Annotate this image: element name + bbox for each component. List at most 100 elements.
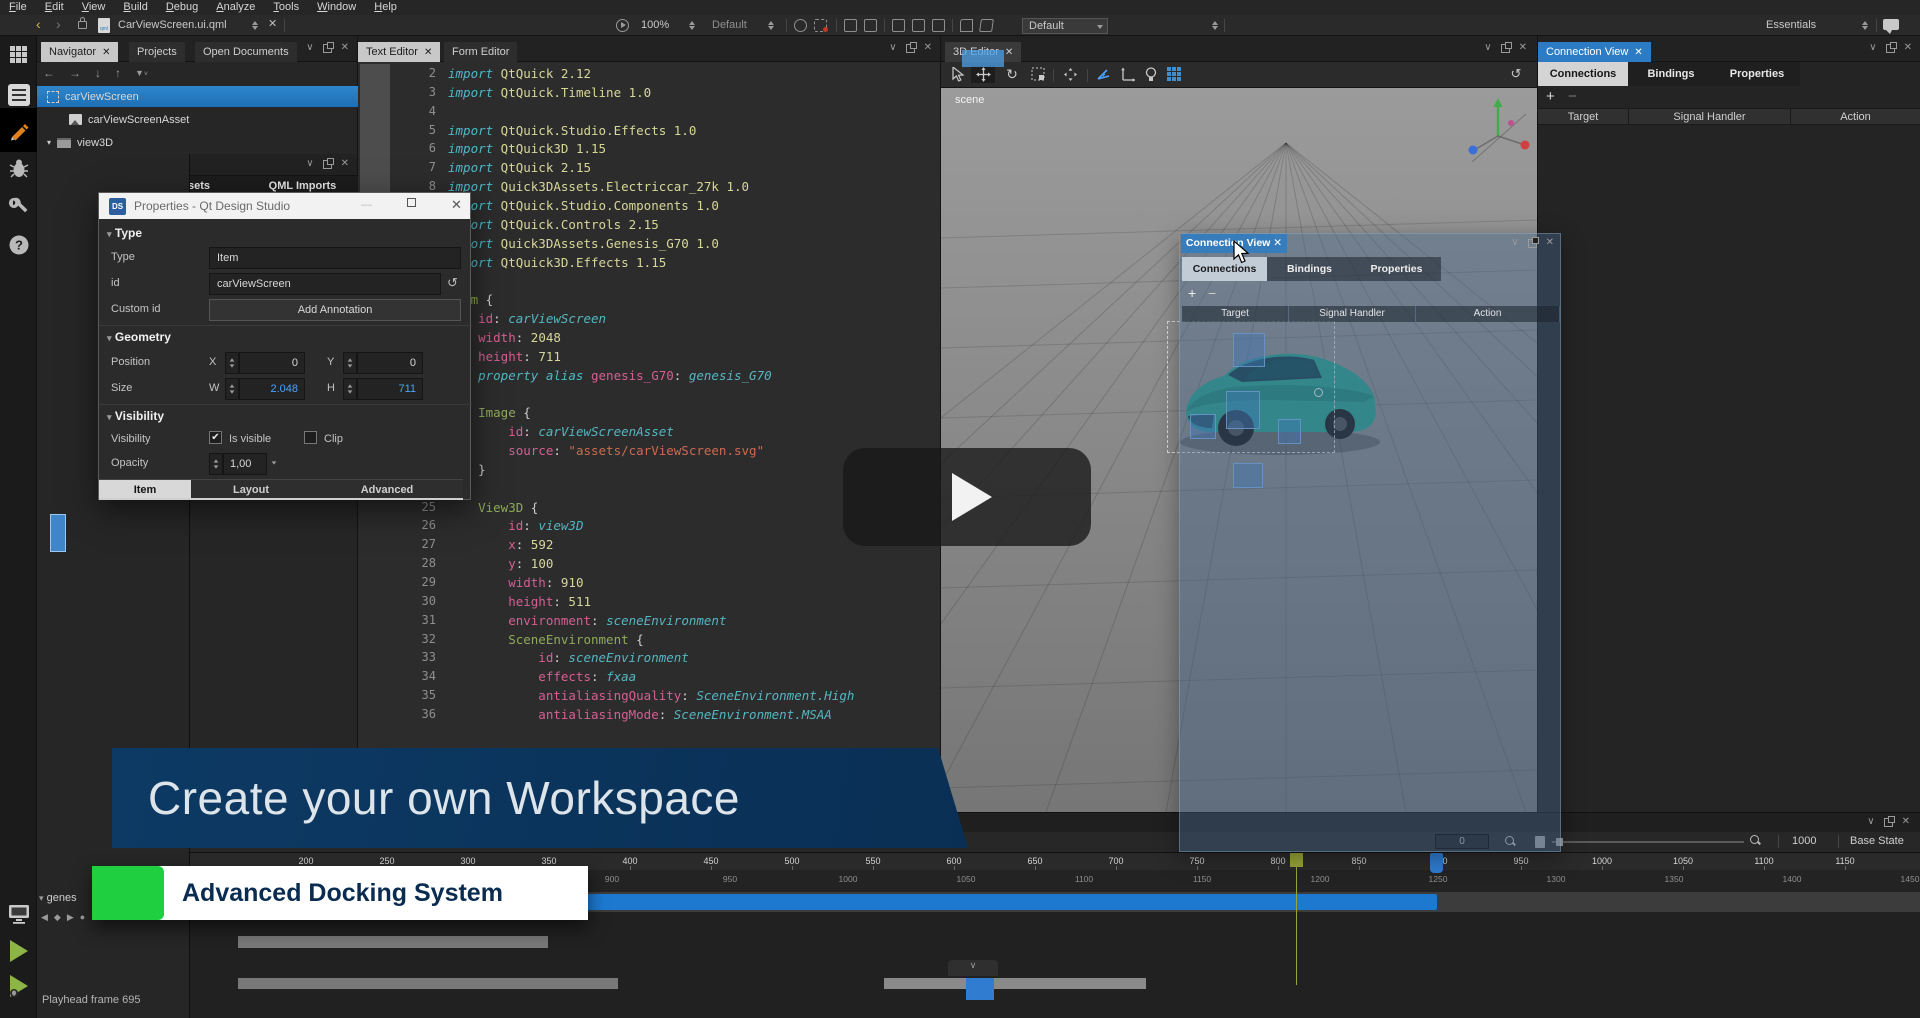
back-button[interactable]: ‹: [36, 16, 41, 32]
menu-view[interactable]: View: [73, 0, 115, 15]
fit-view-icon[interactable]: [1061, 65, 1079, 83]
orientation-icon[interactable]: [1094, 65, 1112, 83]
tab-properties[interactable]: Properties: [1714, 62, 1800, 86]
light-icon[interactable]: [1142, 65, 1160, 83]
menu-help[interactable]: Help: [365, 0, 406, 15]
design-mode-pencil-icon[interactable]: [0, 108, 37, 152]
id-input[interactable]: carViewScreen: [209, 273, 441, 295]
tab-connections[interactable]: Connections: [1538, 62, 1628, 86]
library-panel-controls[interactable]: ∨✕: [306, 159, 349, 169]
keyframe-track-bar[interactable]: [238, 936, 548, 948]
apps-grid-icon[interactable]: [0, 46, 37, 63]
rotate-view-icon[interactable]: [960, 19, 973, 32]
tab-navigator[interactable]: Navigator✕: [41, 42, 118, 62]
timeline-tracks-area[interactable]: ∨: [190, 912, 1920, 1018]
tree-item-view3d[interactable]: ▾view3D: [37, 132, 358, 153]
floating-column-action[interactable]: Action: [1416, 306, 1560, 322]
rotate-tool-icon[interactable]: ↻: [1003, 65, 1021, 83]
snap-icon[interactable]: [864, 19, 877, 32]
tools-wrench-icon[interactable]: [0, 196, 37, 218]
style-preset-select[interactable]: Default: [1022, 18, 1108, 34]
base-state-label[interactable]: Base State: [1850, 835, 1904, 847]
expander-icon[interactable]: ▾: [47, 138, 51, 147]
menu-build[interactable]: Build: [114, 0, 156, 15]
debug-bug-icon[interactable]: [0, 158, 37, 180]
tab-projects[interactable]: Projects: [129, 42, 185, 62]
show-grid-3d-icon[interactable]: [1165, 65, 1183, 83]
playhead-marker-green[interactable]: [1290, 853, 1303, 867]
timeline-transport-controls[interactable]: ◀◆▶●: [41, 912, 91, 923]
connection-panel-controls[interactable]: ∨✕: [1869, 43, 1912, 53]
reset-id-icon[interactable]: ↺: [447, 275, 458, 291]
tab-form-editor[interactable]: Form Editor: [444, 42, 517, 62]
help-icon[interactable]: ?: [0, 234, 37, 256]
y-input[interactable]: 0: [357, 352, 423, 374]
horizontal-scrollbar[interactable]: [884, 978, 1146, 989]
dialog-tab-advanced[interactable]: Advanced: [311, 479, 463, 500]
playhead-marker-blue[interactable]: [1430, 853, 1443, 873]
close-icon[interactable]: ✕: [424, 47, 432, 58]
floating-tab-bindings[interactable]: Bindings: [1267, 257, 1352, 281]
document-switcher-spinner[interactable]: [252, 21, 258, 30]
form-preset-select[interactable]: Default: [712, 15, 747, 36]
opacity-dropdown[interactable]: [271, 461, 277, 465]
axis-gizmo[interactable]: [1462, 92, 1537, 178]
timeline-zoom-slider[interactable]: [1552, 841, 1744, 843]
show-cells-icon[interactable]: [932, 19, 945, 32]
type-input[interactable]: Item: [209, 247, 461, 269]
close-icon[interactable]: ✕: [1634, 47, 1642, 58]
add-connection-button[interactable]: +: [1188, 285, 1196, 301]
scale-tool-icon[interactable]: [1029, 65, 1047, 83]
clip-checkbox[interactable]: [304, 431, 317, 444]
is-visible-checkbox[interactable]: ✔: [209, 431, 222, 444]
close-icon[interactable]: ✕: [341, 43, 349, 53]
filter-icon[interactable]: ▼˅: [135, 66, 148, 80]
floating-panel-controls[interactable]: ∨✕: [1511, 238, 1554, 248]
tab-bindings[interactable]: Bindings: [1628, 62, 1714, 86]
tree-item-carviewscreenasset[interactable]: carViewScreenAsset: [37, 109, 358, 130]
close-icon[interactable]: ✕: [1005, 47, 1013, 58]
editor-panel-controls[interactable]: ∨✕: [889, 43, 932, 53]
feedback-bubble-icon[interactable]: [1883, 19, 1899, 30]
w-input[interactable]: 2.048: [239, 378, 305, 400]
add-connection-button[interactable]: +: [1546, 88, 1555, 105]
dialog-titlebar[interactable]: DS Properties - Qt Design Studio — ✕: [99, 193, 470, 219]
navigator-toolbar[interactable]: ←→↓↑▼˅: [43, 66, 148, 80]
dialog-tab-item[interactable]: Item: [99, 479, 191, 500]
w-spinner[interactable]: [225, 378, 239, 400]
annotation-icon[interactable]: [794, 19, 807, 32]
properties-dialog[interactable]: DS Properties - Qt Design Studio — ✕ ▾ T…: [98, 192, 471, 500]
remove-connection-button[interactable]: −: [1568, 88, 1577, 105]
run-debug-icon[interactable]: [0, 973, 37, 999]
expander-icon[interactable]: ▾: [39, 893, 44, 903]
close-icon[interactable]: ✕: [102, 47, 110, 58]
reset-view-icon[interactable]: ↺: [1507, 65, 1525, 83]
dialog-tab-layout[interactable]: Layout: [191, 479, 311, 500]
close-document-icon[interactable]: ✕: [268, 17, 277, 30]
run-icon[interactable]: [0, 938, 37, 964]
move-down-icon[interactable]: ↓: [95, 66, 101, 80]
timeline-track-row[interactable]: ▾ genes: [39, 892, 77, 904]
floating-connection-view[interactable]: Connection View ✕ ∨✕ ConnectionsBindings…: [1179, 233, 1561, 852]
zoom-spinner[interactable]: [689, 21, 695, 30]
opacity-input[interactable]: 1,00: [223, 453, 267, 475]
column-header-target[interactable]: Target: [1538, 108, 1629, 125]
floating-tab-connections[interactable]: Connections: [1182, 257, 1267, 281]
menu-tools[interactable]: Tools: [264, 0, 308, 15]
x-input[interactable]: 0: [239, 352, 305, 374]
edit-shape-icon[interactable]: [979, 19, 994, 32]
column-header-signal-handler[interactable]: Signal Handler: [1629, 108, 1791, 125]
edit-mode-icon[interactable]: [0, 84, 37, 106]
form-preset-spinner[interactable]: [768, 21, 774, 30]
forward-button[interactable]: ›: [56, 16, 61, 32]
bounds-icon[interactable]: [844, 19, 857, 32]
floating-tab-properties[interactable]: Properties: [1352, 257, 1441, 281]
menu-analyze[interactable]: Analyze: [207, 0, 264, 15]
document-tab[interactable]: CarViewScreen.ui.qml: [118, 15, 227, 36]
close-icon[interactable]: ✕: [1273, 237, 1282, 249]
state-scale-value[interactable]: 1000: [1792, 835, 1816, 847]
menu-file[interactable]: File: [0, 0, 36, 15]
tree-item-carviewscreen[interactable]: carViewScreen: [37, 86, 358, 107]
editor3d-panel-controls[interactable]: ∨✕: [1484, 43, 1527, 53]
floating-column-signal-handler[interactable]: Signal Handler: [1289, 306, 1416, 322]
